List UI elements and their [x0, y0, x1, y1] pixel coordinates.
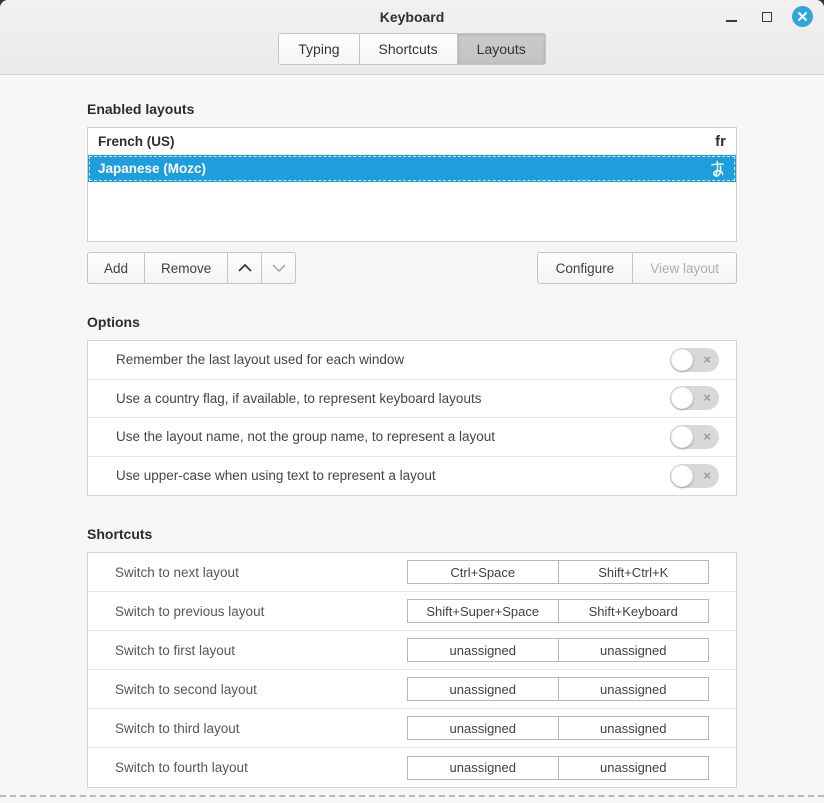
close-button[interactable]	[792, 6, 813, 27]
toggle-knob	[671, 465, 693, 487]
layout-list: French (US) fr Japanese (Mozc)	[87, 127, 737, 242]
layout-name-toggle[interactable]: ×	[670, 425, 719, 449]
minimize-button[interactable]	[720, 6, 742, 28]
maximize-icon	[762, 12, 772, 22]
view-layout-button[interactable]: View layout	[632, 252, 737, 284]
keybinding-button[interactable]: Shift+Keyboard	[558, 599, 710, 623]
remove-button[interactable]: Remove	[144, 252, 228, 284]
section-heading-options: Options	[87, 314, 737, 331]
keybinding-group: unassigned unassigned	[407, 756, 709, 780]
close-icon	[798, 12, 807, 21]
keybinding-button[interactable]: Ctrl+Space	[407, 560, 559, 584]
toggle-knob	[671, 426, 693, 448]
tab-shortcuts[interactable]: Shortcuts	[359, 33, 458, 65]
option-label: Use the layout name, not the group name,…	[116, 429, 495, 444]
maximize-button[interactable]	[756, 6, 778, 28]
window-header: Keyboard Typing Shortcuts Layouts	[0, 0, 824, 75]
keybinding-group: unassigned unassigned	[407, 716, 709, 740]
shortcut-label: Switch to previous layout	[115, 604, 264, 619]
layout-name: Japanese (Mozc)	[98, 161, 206, 176]
keybinding-button[interactable]: Shift+Super+Space	[407, 599, 559, 623]
toggle-knob	[671, 349, 693, 371]
keybinding-button[interactable]: unassigned	[407, 677, 559, 701]
window-bottom-edge	[0, 795, 824, 797]
layout-indicator-hiragana-a-icon	[709, 160, 726, 177]
layout-edit-button-group: Add Remove	[87, 252, 296, 284]
titlebar[interactable]: Keyboard	[0, 0, 824, 33]
shortcut-row-previous-layout: Switch to previous layout Shift+Super+Sp…	[88, 592, 736, 631]
keybinding-button[interactable]: unassigned	[558, 716, 710, 740]
shortcut-label: Switch to next layout	[115, 565, 239, 580]
configure-button[interactable]: Configure	[537, 252, 634, 284]
country-flag-toggle[interactable]: ×	[670, 386, 719, 410]
shortcut-row-first-layout: Switch to first layout unassigned unassi…	[88, 631, 736, 670]
move-up-button[interactable]	[227, 252, 262, 284]
toggle-off-x-icon: ×	[703, 469, 711, 482]
keybinding-button[interactable]: unassigned	[407, 638, 559, 662]
shortcut-row-next-layout: Switch to next layout Ctrl+Space Shift+C…	[88, 553, 736, 592]
tab-layouts[interactable]: Layouts	[457, 33, 546, 65]
toggle-off-x-icon: ×	[703, 391, 711, 404]
window-controls	[720, 0, 813, 33]
option-row-remember-layout: Remember the last layout used for each w…	[88, 341, 736, 380]
content-area: Enabled layouts French (US) fr Japanese …	[0, 101, 824, 788]
keybinding-group: unassigned unassigned	[407, 638, 709, 662]
toggle-off-x-icon: ×	[703, 430, 711, 443]
layout-row-japanese[interactable]: Japanese (Mozc)	[88, 155, 736, 182]
shortcut-label: Switch to second layout	[115, 682, 257, 697]
shortcut-label: Switch to fourth layout	[115, 760, 248, 775]
layout-config-button-group: Configure View layout	[537, 252, 737, 284]
layout-indicator-fr: fr	[715, 134, 726, 149]
shortcut-row-third-layout: Switch to third layout unassigned unassi…	[88, 709, 736, 748]
options-panel: Remember the last layout used for each w…	[87, 340, 737, 496]
option-row-upper-case: Use upper-case when using text to repres…	[88, 457, 736, 496]
shortcut-row-second-layout: Switch to second layout unassigned unass…	[88, 670, 736, 709]
tab-bar: Typing Shortcuts Layouts	[0, 33, 824, 65]
layout-row-french[interactable]: French (US) fr	[88, 128, 736, 155]
keybinding-group: Shift+Super+Space Shift+Keyboard	[407, 599, 709, 623]
layout-list-actions: Add Remove Configure View layout	[87, 252, 737, 284]
layout-name: French (US)	[98, 134, 175, 149]
section-heading-shortcuts: Shortcuts	[87, 526, 737, 543]
keybinding-button[interactable]: Shift+Ctrl+K	[558, 560, 710, 584]
shortcut-label: Switch to first layout	[115, 643, 235, 658]
move-down-button[interactable]	[261, 252, 296, 284]
keybinding-button[interactable]: unassigned	[558, 638, 710, 662]
shortcut-row-fourth-layout: Switch to fourth layout unassigned unass…	[88, 748, 736, 787]
upper-case-toggle[interactable]: ×	[670, 464, 719, 488]
option-label: Use a country flag, if available, to rep…	[116, 391, 481, 406]
keybinding-group: Ctrl+Space Shift+Ctrl+K	[407, 560, 709, 584]
option-label: Remember the last layout used for each w…	[116, 352, 404, 367]
window-title: Keyboard	[380, 9, 445, 25]
shortcut-label: Switch to third layout	[115, 721, 240, 736]
keybinding-button[interactable]: unassigned	[558, 677, 710, 701]
chevron-up-icon	[238, 264, 252, 272]
keyboard-settings-window: Keyboard Typing Shortcuts Layouts	[0, 0, 824, 803]
keybinding-button[interactable]: unassigned	[407, 756, 559, 780]
section-heading-enabled-layouts: Enabled layouts	[87, 101, 737, 118]
minimize-icon	[726, 20, 737, 22]
shortcuts-panel: Switch to next layout Ctrl+Space Shift+C…	[87, 552, 737, 788]
toggle-off-x-icon: ×	[703, 353, 711, 366]
option-row-country-flag: Use a country flag, if available, to rep…	[88, 380, 736, 419]
chevron-down-icon	[272, 264, 286, 272]
option-label: Use upper-case when using text to repres…	[116, 468, 436, 483]
tab-typing[interactable]: Typing	[278, 33, 359, 65]
option-row-layout-name: Use the layout name, not the group name,…	[88, 418, 736, 457]
keybinding-button[interactable]: unassigned	[407, 716, 559, 740]
add-button[interactable]: Add	[87, 252, 145, 284]
keybinding-button[interactable]: unassigned	[558, 756, 710, 780]
toggle-knob	[671, 387, 693, 409]
remember-layout-toggle[interactable]: ×	[670, 348, 719, 372]
keybinding-group: unassigned unassigned	[407, 677, 709, 701]
